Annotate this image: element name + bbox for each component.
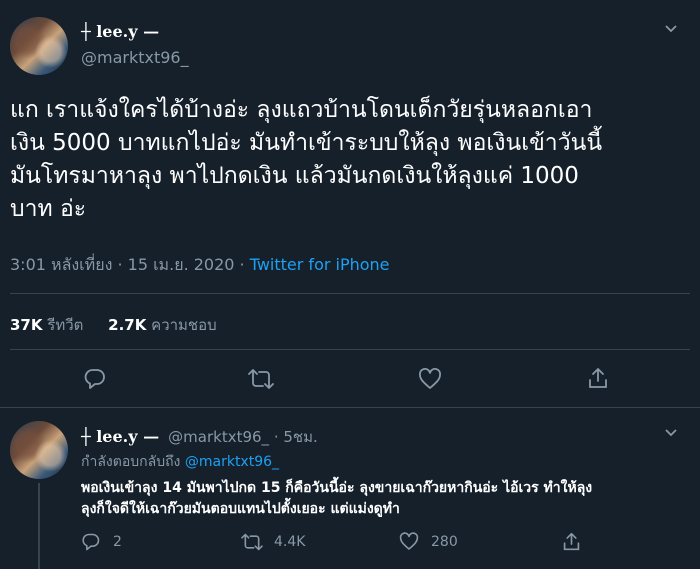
- like-count: 280: [431, 533, 458, 550]
- tweet-timestamp[interactable]: 3:01 หลังเที่ยง · 15 เม.ย. 2020 ·: [10, 255, 250, 274]
- reply-display-name[interactable]: ┼ lee.y —: [81, 427, 159, 446]
- tweet-line: แก เราแจ้งใครได้บ้างอ่ะ ลุงแถวบ้านโดนเด็…: [10, 97, 593, 123]
- likes-label[interactable]: ความชอบ: [151, 316, 216, 334]
- reply-reply-button[interactable]: 2: [81, 532, 122, 552]
- author-avatar[interactable]: [10, 17, 68, 75]
- tweet-line: บาท อ่ะ: [10, 196, 87, 222]
- divider: [10, 293, 690, 294]
- divider: [0, 407, 700, 408]
- divider: [10, 349, 690, 350]
- replying-prefix: กำลังตอบกลับถึง: [81, 454, 181, 470]
- reply-handle-time[interactable]: @marktxt96_ · 5ชม.: [168, 428, 318, 446]
- retweets-label[interactable]: รีทวีต: [47, 316, 83, 334]
- like-icon[interactable]: [418, 368, 442, 390]
- reply-icon: [81, 532, 101, 552]
- share-icon[interactable]: [562, 531, 581, 552]
- reply-icon[interactable]: [83, 367, 107, 391]
- reply-line: พอเงินเข้าลุง 14 มันพาไปกด 15 ก็คือวันนี…: [81, 480, 593, 496]
- reply-author-avatar[interactable]: [10, 421, 68, 479]
- tweet-source-link[interactable]: Twitter for iPhone: [250, 255, 390, 274]
- retweet-icon: [240, 532, 264, 552]
- retweet-icon[interactable]: [247, 367, 275, 391]
- reply-text: พอเงินเข้าลุง 14 มันพาไปกด 15 ก็คือวันนี…: [81, 478, 691, 520]
- reply-like-button[interactable]: 280: [399, 532, 458, 551]
- like-icon: [399, 532, 419, 551]
- reply-line: ลุงก็ใจดีให้เฉาก๊วยมันตอบแทนไปตั้งเยอะ แ…: [81, 501, 400, 517]
- chevron-down-icon[interactable]: [664, 428, 678, 438]
- replying-to-handle[interactable]: @marktxt96_: [185, 454, 279, 470]
- reply-count: 2: [113, 534, 122, 550]
- tweet-line: มันโทรมาหาลุง พาไปกดเงิน แล้วมันกดเงินให…: [10, 163, 579, 189]
- thread-line: [38, 483, 40, 569]
- share-icon[interactable]: [587, 366, 609, 390]
- likes-count[interactable]: 2.7K: [108, 316, 146, 334]
- reply-retweet-button[interactable]: 4.4K: [240, 532, 305, 552]
- tweet-text: แก เราแจ้งใครได้บ้างอ่ะ ลุงแถวบ้านโดนเด็…: [10, 94, 690, 226]
- replying-to: กำลังตอบกลับถึง @marktxt96_: [81, 451, 279, 473]
- chevron-down-icon[interactable]: [664, 24, 678, 34]
- retweet-count: 4.4K: [274, 534, 306, 550]
- tweet-stats: 37K รีทวีต 2.7K ความชอบ: [10, 313, 217, 337]
- author-handle[interactable]: @marktxt96_: [81, 48, 189, 67]
- retweets-count[interactable]: 37K: [10, 316, 43, 334]
- tweet-meta: 3:01 หลังเที่ยง · 15 เม.ย. 2020 · Twitte…: [10, 253, 390, 278]
- author-display-name[interactable]: ┼ lee.y —: [81, 22, 159, 41]
- reply-header: ┼ lee.y — @marktxt96_ · 5ชม.: [81, 425, 318, 449]
- tweet-line: เงิน 5000 บาทแกไปอ่ะ มันทำเข้าระบบให้ลุง…: [10, 130, 603, 156]
